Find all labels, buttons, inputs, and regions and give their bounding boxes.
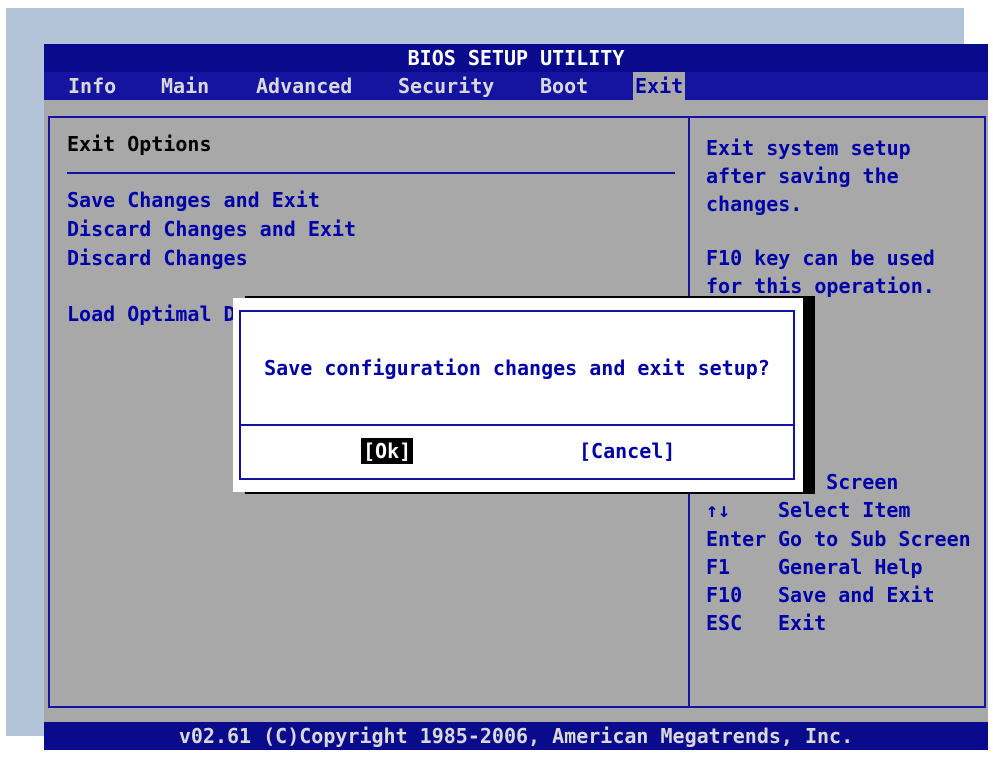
key-label: ESC: [706, 611, 743, 635]
key-description: Save and Exit: [778, 583, 935, 607]
menu-tab-exit[interactable]: Exit: [633, 72, 686, 100]
key-label: F10: [706, 583, 743, 607]
key-description: General Help: [778, 555, 923, 579]
key-description: Exit: [778, 611, 827, 635]
key-legend-row: F1 General Help: [706, 555, 923, 579]
ok-button[interactable]: [Ok]: [361, 438, 414, 464]
help-line: changes.: [706, 192, 803, 216]
bios-screen: BIOS SETUP UTILITY Info Main Advanced Se…: [44, 44, 988, 750]
dialog-message: Save configuration changes and exit setu…: [264, 356, 770, 380]
option-save-changes-and-exit[interactable]: Save Changes and Exit: [67, 188, 320, 212]
key-description: Go to Sub Screen: [778, 527, 971, 551]
menu-tab-advanced[interactable]: Advanced: [254, 72, 354, 100]
menu-tab-main[interactable]: Main: [159, 72, 211, 100]
key-label: Enter: [706, 527, 767, 551]
key-label: F1: [706, 555, 731, 579]
dialog-divider: [241, 424, 793, 426]
key-legend-row: ↑↓ Select Item: [706, 498, 910, 522]
cancel-button[interactable]: [Cancel]: [577, 438, 677, 464]
key-legend-row: Enter Go to Sub Screen: [706, 527, 971, 551]
dialog-frame: Save configuration changes and exit setu…: [239, 310, 795, 480]
menu-tab-info[interactable]: Info: [66, 72, 118, 100]
key-legend-row: F10 Save and Exit: [706, 583, 935, 607]
section-divider: [67, 172, 675, 174]
key-legend-row: ESC Exit: [706, 611, 826, 635]
option-load-optimal-defaults[interactable]: Load Optimal D: [67, 302, 236, 326]
arrow-keys-icon: ↑↓: [706, 498, 731, 522]
option-discard-changes[interactable]: Discard Changes: [67, 246, 248, 270]
help-line: Exit system setup: [706, 136, 911, 160]
help-line: after saving the: [706, 164, 899, 188]
section-title: Exit Options: [67, 132, 212, 156]
key-description: Select Item: [778, 498, 911, 522]
menu-bar: Info Main Advanced Security Boot Exit: [44, 72, 988, 100]
copyright-footer: v02.61 (C)Copyright 1985-2006, American …: [44, 722, 988, 750]
option-discard-changes-and-exit[interactable]: Discard Changes and Exit: [67, 217, 356, 241]
menu-tab-security[interactable]: Security: [396, 72, 496, 100]
menu-tab-boot[interactable]: Boot: [538, 72, 590, 100]
help-line: F10 key can be used: [706, 246, 935, 270]
confirm-dialog: Save configuration changes and exit setu…: [233, 298, 803, 492]
bios-title: BIOS SETUP UTILITY: [44, 44, 988, 72]
